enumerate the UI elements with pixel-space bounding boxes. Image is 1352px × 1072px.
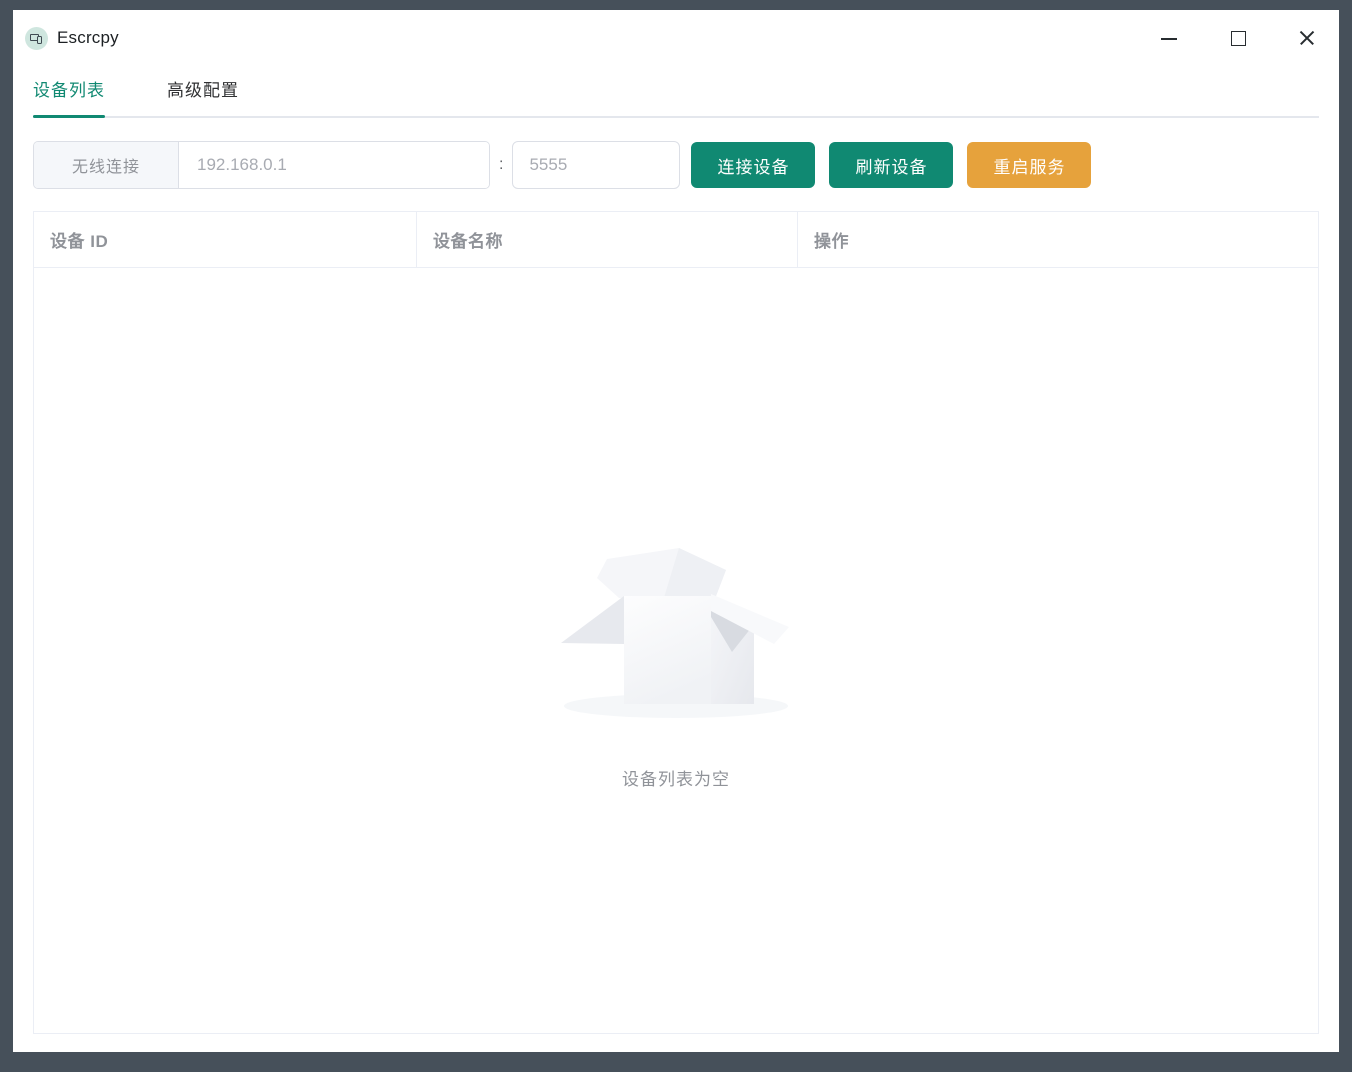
connection-toolbar: 无线连接 : 连接设备 刷新设备 重启服务 [33,141,1319,189]
device-table-header: 设备 ID 设备名称 操作 [34,212,1318,268]
device-table-body: 设备列表为空 [34,268,1318,1033]
empty-state-text: 设备列表为空 [622,765,730,790]
tab-bar: 设备列表 高级配置 [33,70,1319,118]
tab-device-list[interactable]: 设备列表 [33,70,105,116]
app-window: Escrcpy 设备列表 高级配置 无线连接 : 连接设备 刷新设备 重启服务 … [13,10,1339,1052]
ip-address-input[interactable] [179,142,489,188]
device-table: 设备 ID 设备名称 操作 [33,211,1319,1034]
tab-advanced-config[interactable]: 高级配置 [167,70,239,116]
empty-box-illustration [561,547,792,719]
titlebar: Escrcpy [13,10,1339,66]
port-separator: : [499,156,503,174]
column-header-device-id: 设备 ID [34,212,417,267]
maximize-icon[interactable] [1230,30,1246,46]
connect-device-button[interactable]: 连接设备 [691,142,815,188]
close-icon[interactable] [1299,30,1315,46]
restart-service-button[interactable]: 重启服务 [967,142,1091,188]
wireless-input-group: 无线连接 [33,141,490,189]
wireless-connect-label: 无线连接 [34,142,179,188]
logo-phone-shape [37,36,42,44]
column-header-actions: 操作 [798,212,1318,267]
port-input[interactable] [512,141,680,189]
window-controls [1161,30,1315,46]
minimize-icon[interactable] [1161,30,1177,46]
refresh-device-button[interactable]: 刷新设备 [829,142,953,188]
column-header-device-name: 设备名称 [417,212,798,267]
app-title: Escrcpy [57,28,119,48]
app-logo-icon [25,27,48,50]
